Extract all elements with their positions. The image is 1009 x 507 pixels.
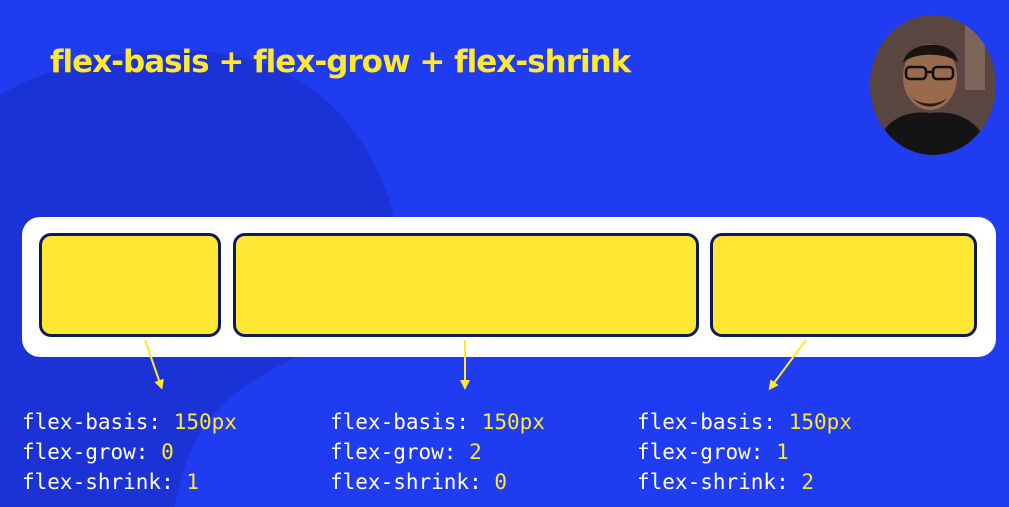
flex-grow-value: 0	[161, 440, 174, 464]
flex-shrink-line: flex-shrink: 0	[330, 470, 508, 494]
code-block-item-1: flex-basis: 150px flex-grow: 0 flex-shri…	[22, 407, 237, 497]
flex-grow-line: flex-grow: 2	[330, 440, 482, 464]
flex-shrink-value: 2	[801, 470, 815, 494]
flex-shrink-value: 1	[186, 470, 200, 494]
flex-shrink-line: flex-shrink: 1	[22, 470, 200, 494]
slide-title: flex-basis + flex-grow + flex-shrink	[50, 44, 631, 80]
flex-grow-line: flex-grow: 1	[637, 440, 789, 464]
flex-shrink-line: flex-shrink: 2	[637, 470, 815, 494]
flex-basis-value: 150px	[788, 410, 852, 434]
flex-basis-line: flex-basis: 150px	[330, 410, 545, 434]
flex-item-3	[710, 233, 977, 337]
flex-basis-line: flex-basis: 150px	[22, 410, 237, 434]
flex-grow-value: 1	[776, 440, 789, 464]
code-block-item-2: flex-basis: 150px flex-grow: 2 flex-shri…	[330, 407, 545, 497]
code-block-item-3: flex-basis: 150px flex-grow: 1 flex-shri…	[637, 407, 852, 497]
flex-item-1	[39, 233, 221, 337]
presenter-avatar	[870, 15, 996, 155]
flex-grow-value: 2	[469, 440, 482, 464]
flex-grow-line: flex-grow: 0	[22, 440, 174, 464]
flex-basis-value: 150px	[173, 410, 237, 434]
flex-basis-value: 150px	[481, 410, 545, 434]
flex-container	[22, 217, 996, 357]
flex-shrink-value: 0	[494, 470, 508, 494]
flex-item-2	[233, 233, 699, 337]
flex-basis-line: flex-basis: 150px	[637, 410, 852, 434]
